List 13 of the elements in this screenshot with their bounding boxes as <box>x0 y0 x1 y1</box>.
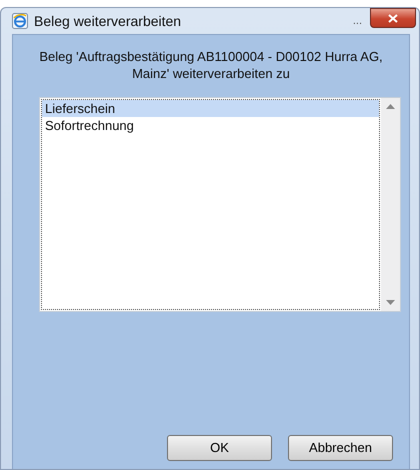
list-option[interactable]: Sofortrechnung <box>42 116 379 134</box>
list-option[interactable]: Lieferschein <box>42 100 379 117</box>
browser-icon <box>12 13 28 29</box>
window-title: Beleg weiterverarbeiten <box>34 12 182 31</box>
title-ellipsis: ... <box>352 14 362 29</box>
scroll-up-icon[interactable] <box>386 104 395 109</box>
cancel-button[interactable]: Abbrechen <box>288 435 393 461</box>
ok-button[interactable]: OK <box>167 435 272 461</box>
prompt-text: Beleg 'Auftragsbestätigung AB1100004 - D00102 Hurra AG, Mainz' weiterverarbeiten zu <box>38 49 384 83</box>
close-icon <box>388 14 398 22</box>
scroll-down-icon[interactable] <box>386 300 395 305</box>
close-button[interactable] <box>370 8 416 28</box>
scrollbar[interactable] <box>381 98 400 311</box>
